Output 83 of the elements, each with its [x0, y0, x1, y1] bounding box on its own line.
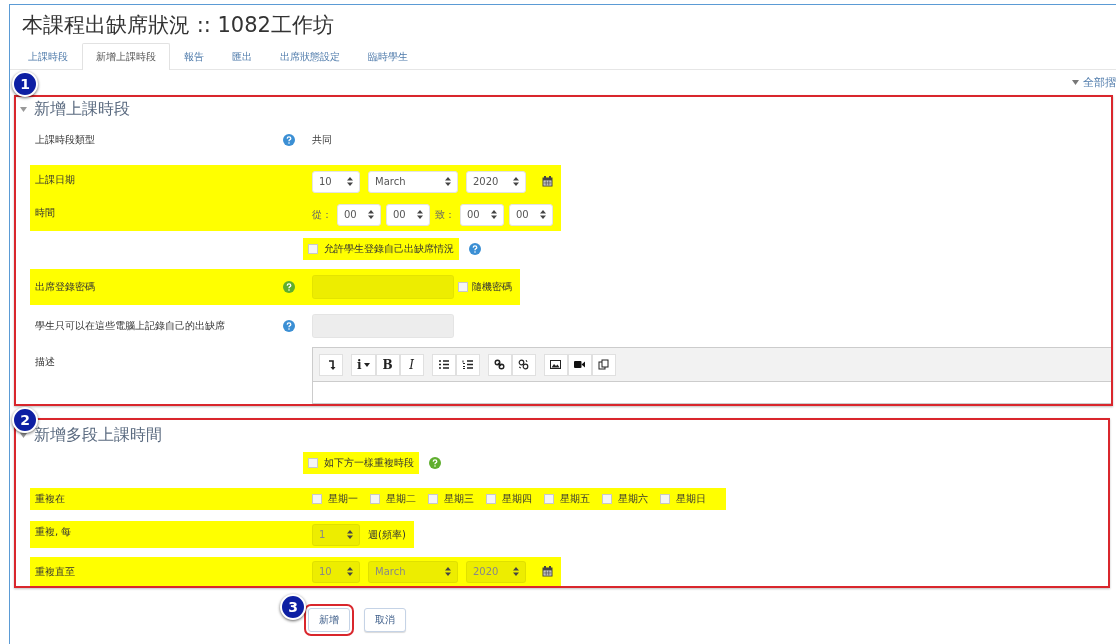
field-value: 共同 — [312, 133, 332, 147]
step-badge: 3 — [280, 594, 306, 620]
tab[interactable]: 報告 — [170, 43, 218, 69]
dropdown[interactable]: 00 — [337, 203, 381, 226]
tab[interactable]: 臨時學生 — [354, 43, 422, 69]
field-label: 重複, 每 — [35, 525, 73, 539]
field-label: 上課日期 — [35, 173, 76, 187]
toolbar-button[interactable] — [431, 353, 456, 376]
bullet-list-icon — [438, 359, 450, 370]
checkbox[interactable] — [370, 494, 380, 504]
button[interactable]: 取消 — [364, 608, 406, 632]
updown-icon — [513, 177, 519, 186]
field-label: 學生只可以在這些電腦上記錄自己的出缺席 — [35, 319, 226, 333]
checkbox-label[interactable]: 星期五 — [560, 492, 590, 506]
checkbox-label[interactable]: 星期日 — [676, 492, 706, 506]
tab[interactable]: 新增上課時段 — [82, 43, 170, 70]
checkbox-label[interactable]: 星期一 — [328, 492, 358, 506]
updown-icon — [347, 530, 353, 539]
field-label: 出席登錄密碼 — [35, 280, 96, 294]
caret-icon — [1072, 80, 1079, 85]
updown-icon — [491, 210, 497, 219]
checkbox[interactable] — [308, 244, 318, 254]
collapse-all-link[interactable]: 全部摺 — [1072, 75, 1116, 90]
unit-label: 週(頻率) — [368, 527, 406, 542]
unlink-icon — [518, 359, 530, 370]
checkbox[interactable] — [458, 282, 468, 292]
updown-icon — [368, 210, 374, 219]
image-icon — [550, 359, 562, 370]
toolbar-button[interactable] — [487, 353, 512, 376]
numbered-list-icon — [462, 359, 474, 370]
checkbox[interactable] — [544, 494, 554, 504]
section-title[interactable]: 新增上課時段 — [34, 98, 130, 120]
checkbox[interactable] — [602, 494, 612, 504]
toolbar-button[interactable] — [511, 353, 536, 376]
to-label: 致： — [435, 207, 455, 222]
checkbox-label[interactable]: 隨機密碼 — [472, 280, 512, 294]
dropdown[interactable]: March — [368, 170, 458, 193]
field-label: 描述 — [35, 355, 56, 369]
dropdown[interactable]: 00 — [509, 203, 553, 226]
field-label: 上課時段類型 — [35, 133, 96, 147]
video-camera-icon — [574, 359, 586, 370]
checkbox[interactable] — [312, 494, 322, 504]
field-label: 重複在 — [35, 492, 66, 506]
checkbox[interactable] — [428, 494, 438, 504]
calendar-icon — [542, 176, 553, 187]
updown-icon — [347, 567, 353, 576]
caret-icon — [20, 106, 27, 112]
link-icon — [494, 359, 506, 370]
updown-icon — [347, 177, 353, 186]
updown-icon — [445, 177, 451, 186]
tab[interactable]: 上課時段 — [14, 43, 82, 69]
toolbar-button[interactable] — [543, 353, 568, 376]
checkbox[interactable] — [486, 494, 496, 504]
toolbar-button[interactable]: i — [351, 353, 376, 376]
step-badge: 1 — [12, 71, 38, 97]
updown-icon — [445, 567, 451, 576]
toolbar-button[interactable] — [455, 353, 480, 376]
checkbox-label[interactable]: 星期二 — [386, 492, 416, 506]
page-title: 本課程出缺席狀況 :: 1082工作坊 — [22, 12, 334, 39]
from-label: 從： — [312, 207, 332, 222]
checkbox[interactable] — [660, 494, 670, 504]
checkbox-label[interactable]: 星期三 — [444, 492, 474, 506]
dropdown[interactable]: 00 — [386, 203, 430, 226]
toolbar-button[interactable]: B — [375, 353, 400, 376]
toolbar-button[interactable] — [567, 353, 592, 376]
updown-icon — [417, 210, 423, 219]
checkbox[interactable] — [308, 458, 318, 468]
tab[interactable]: 出席狀態設定 — [266, 43, 354, 69]
checkbox-label[interactable]: 星期四 — [502, 492, 532, 506]
field-label: 時間 — [35, 206, 56, 220]
tab[interactable]: 匯出 — [218, 43, 266, 69]
toolbar-button[interactable] — [319, 353, 343, 376]
caret-icon — [363, 362, 370, 367]
dropdown[interactable]: 10 — [312, 170, 360, 193]
dropdown[interactable]: 00 — [460, 203, 504, 226]
updown-icon — [513, 567, 519, 576]
dropdown[interactable]: 2020 — [466, 170, 526, 193]
field-label: 重複直至 — [35, 565, 76, 579]
copy-icon — [598, 359, 610, 370]
checkbox-label[interactable]: 星期六 — [618, 492, 648, 506]
toolbar-button[interactable]: I — [399, 353, 424, 376]
calendar-icon — [542, 566, 553, 577]
updown-icon — [540, 210, 546, 219]
